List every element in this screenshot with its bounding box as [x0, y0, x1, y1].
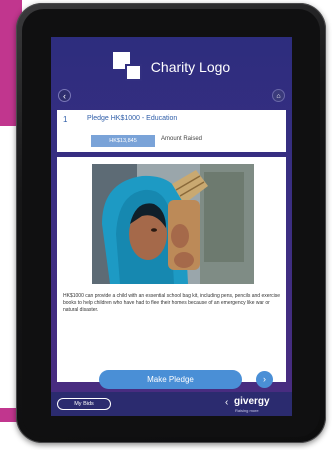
tablet-screen: Charity Logo ‹ ⌂ 1 Pledge HK$1000 - Educ…	[51, 37, 292, 416]
brand-tagline: Raising more	[235, 408, 259, 413]
pledge-description: HK$1000 can provide a child with an esse…	[63, 293, 281, 313]
chevron-left-icon: ‹	[63, 91, 66, 101]
charity-logo-icon	[112, 52, 143, 82]
pledge-header-card: 1 Pledge HK$1000 - Education HK$13,845 A…	[57, 110, 286, 152]
home-button[interactable]: ⌂	[272, 89, 285, 102]
chevron-right-icon: ›	[263, 374, 266, 384]
pledge-detail-card: HK$1000 can provide a child with an esse…	[57, 157, 286, 382]
givergy-logo-icon: ‹	[225, 397, 229, 408]
next-button[interactable]: ›	[256, 371, 273, 388]
make-pledge-button[interactable]: Make Pledge	[99, 370, 242, 389]
pledge-number: 1	[63, 115, 68, 124]
pledge-photo	[92, 164, 254, 284]
amount-raised-label: Amount Raised	[161, 136, 203, 142]
charity-logo-text: Charity Logo	[150, 59, 231, 75]
givergy-brand: ‹ givergy Raising more	[225, 395, 289, 415]
amount-raised-badge: HK$13,845	[91, 135, 155, 147]
back-button[interactable]: ‹	[58, 89, 71, 102]
footer-bar: My Bids ‹ givergy Raising more	[51, 392, 292, 416]
photo-child-with-sack-icon	[92, 164, 254, 284]
brand-name: givergy	[234, 396, 270, 407]
pledge-title: Pledge HK$1000 - Education	[87, 115, 178, 122]
home-icon: ⌂	[276, 93, 281, 100]
my-bids-button[interactable]: My Bids	[57, 398, 111, 410]
charity-logo: Charity Logo	[51, 47, 292, 87]
